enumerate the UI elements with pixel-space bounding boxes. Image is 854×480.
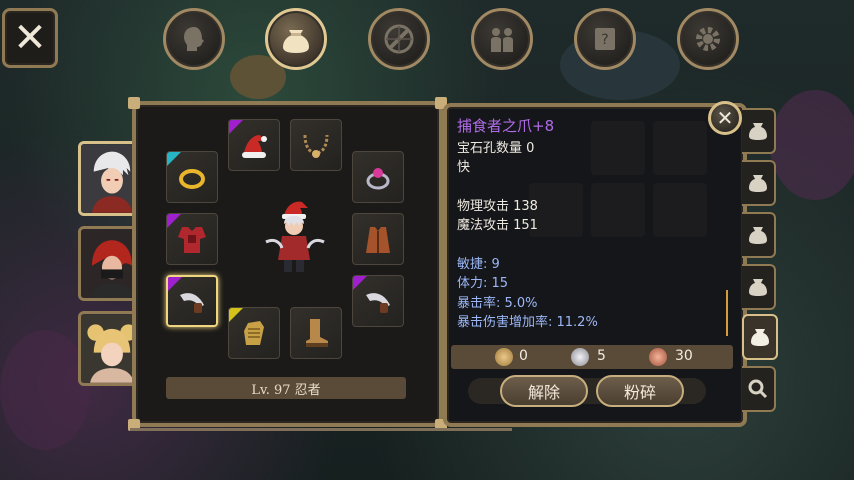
close-info-button[interactable]: ✕ xyxy=(708,101,742,135)
item-magic-attack: 魔法攻击 151 xyxy=(457,218,538,233)
gold-amount: 0 xyxy=(519,348,528,364)
bonus-stamina: 体力: 15 xyxy=(457,276,509,291)
slot-weapon-off[interactable] xyxy=(352,275,404,327)
bag-icon xyxy=(749,227,767,244)
settings-tab[interactable] xyxy=(677,8,739,70)
slot-gloves[interactable] xyxy=(228,307,280,359)
copper-amount: 30 xyxy=(675,348,693,364)
close-icon: ✕ xyxy=(716,106,734,130)
bg-bush xyxy=(0,330,90,450)
rarity-marker xyxy=(168,277,182,291)
bag-tab-5[interactable] xyxy=(742,314,778,360)
item-phys-attack: 物理攻击 138 xyxy=(457,198,538,214)
bag-search-tab[interactable] xyxy=(742,366,776,412)
slot-ring-left[interactable] xyxy=(166,151,218,203)
frame-corner xyxy=(128,97,140,109)
close-icon: ✕ xyxy=(13,15,47,61)
search-icon xyxy=(748,379,768,399)
skills-tab[interactable] xyxy=(368,8,430,70)
gem-ring-icon xyxy=(366,168,390,190)
bag-tab-3[interactable] xyxy=(742,212,776,258)
slot-boots[interactable] xyxy=(290,307,342,359)
item-speed: 快 xyxy=(457,160,471,175)
rarity-marker xyxy=(229,308,243,322)
leather-vest-icon xyxy=(366,227,390,253)
rarity-marker xyxy=(229,120,243,134)
bag-icon xyxy=(751,329,769,346)
slot-cloak[interactable] xyxy=(352,213,404,265)
head-icon xyxy=(184,27,204,51)
necklace-icon xyxy=(303,134,329,158)
bottom-divider xyxy=(130,428,512,431)
bonus-crit-damage: 暴击伤害增加率: 11.2% xyxy=(457,315,598,330)
bag-icon xyxy=(749,123,767,140)
item-details: 捕食者之爪+8 宝石孔数量 0 快 物理攻击 138 魔法攻击 151 敏捷: … xyxy=(457,117,717,333)
item-socket-count: 宝石孔数量 0 xyxy=(457,140,535,156)
slot-helmet[interactable] xyxy=(228,119,280,171)
quest-tab[interactable]: ? xyxy=(574,8,636,70)
gold-coin-icon xyxy=(495,348,513,366)
close-menu-button[interactable]: ✕ xyxy=(2,8,58,68)
rarity-marker xyxy=(353,276,367,290)
sell-price-bar: 0 5 30 xyxy=(451,345,733,369)
scroll-icon: ? xyxy=(595,28,615,50)
people-icon xyxy=(491,28,513,52)
compass-sword-icon xyxy=(384,24,414,54)
character-tab[interactable] xyxy=(163,8,225,70)
slot-armor[interactable] xyxy=(166,213,218,265)
bonus-crit-rate: 暴击率: 5.0% xyxy=(457,295,538,311)
unequip-button[interactable]: 解除 xyxy=(500,375,588,407)
bag-tab-2[interactable] xyxy=(742,160,776,206)
bag-tab-4[interactable] xyxy=(742,264,776,310)
ninja-character-sprite xyxy=(265,201,325,272)
bag-icon xyxy=(749,175,767,192)
inventory-tab[interactable] xyxy=(265,8,327,70)
bag-icon xyxy=(749,279,767,296)
slot-weapon-main[interactable] xyxy=(166,275,218,327)
character-level-label: Lv. 97 忍者 xyxy=(166,377,406,399)
rarity-marker xyxy=(167,152,181,166)
silver-amount: 5 xyxy=(597,348,606,364)
slot-necklace[interactable] xyxy=(290,119,342,171)
gear-icon xyxy=(696,27,720,51)
slot-ring-right[interactable] xyxy=(352,151,404,203)
info-scrollbar[interactable] xyxy=(726,290,728,336)
bag-tab-1[interactable] xyxy=(742,108,776,154)
bonus-agility: 敏捷: 9 xyxy=(457,256,500,272)
bag-icon xyxy=(283,30,309,53)
party-tab[interactable] xyxy=(471,8,533,70)
silver-coin-icon xyxy=(571,348,589,366)
copper-coin-icon xyxy=(649,348,667,366)
item-name: 捕食者之爪+8 xyxy=(457,117,555,135)
smash-button[interactable]: 粉碎 xyxy=(596,375,684,407)
svg-text:?: ? xyxy=(601,32,608,48)
rarity-marker xyxy=(167,214,181,228)
boot-icon xyxy=(306,319,328,347)
bg-bush xyxy=(770,90,854,200)
